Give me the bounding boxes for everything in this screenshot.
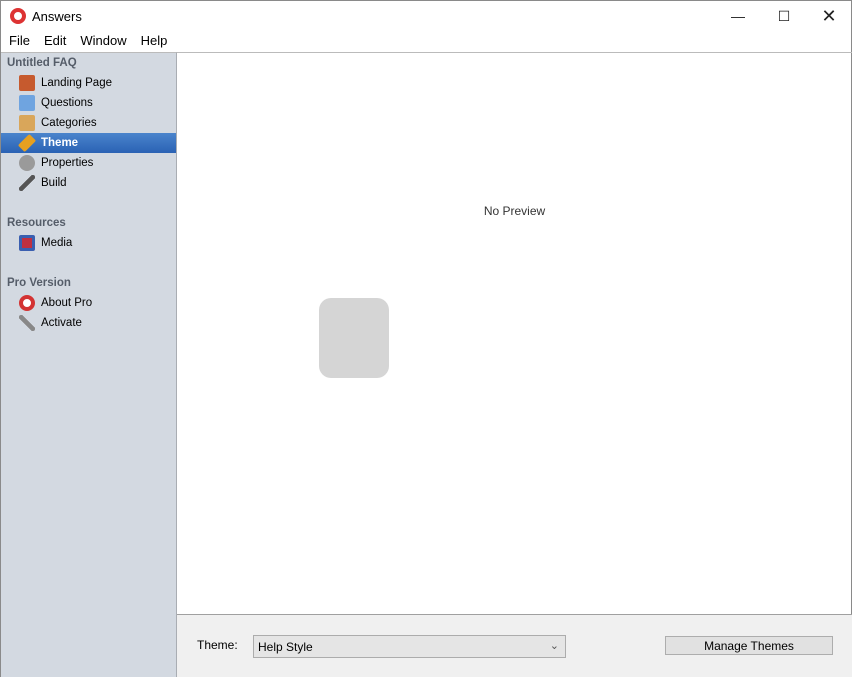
theme-select-value: Help Style xyxy=(258,640,313,654)
sidebar-item-landing-page[interactable]: Landing Page xyxy=(1,73,176,93)
group-resources: Resources xyxy=(7,217,66,229)
sidebar-item-label: Build xyxy=(41,177,67,189)
theme-label: Theme: xyxy=(197,638,238,652)
pencil-icon xyxy=(17,133,37,153)
theme-toolbar: Theme: Help Style ⌄ Manage Themes xyxy=(177,614,852,677)
sidebar-item-label: Activate xyxy=(41,317,82,329)
group-untitled-faq: Untitled FAQ xyxy=(7,57,77,69)
no-preview-text: No Preview xyxy=(483,204,546,218)
sidebar-item-label: About Pro xyxy=(41,297,93,309)
sidebar-item-label: Questions xyxy=(41,97,93,109)
sidebar: Untitled FAQ Landing Page Questions Cate… xyxy=(1,52,177,677)
hammer-icon xyxy=(19,175,35,191)
house-icon xyxy=(19,75,35,91)
key-icon xyxy=(19,315,35,331)
sidebar-item-properties[interactable]: Properties xyxy=(1,153,176,173)
close-button[interactable]: ✕ xyxy=(806,1,852,31)
menu-file[interactable]: File xyxy=(1,31,30,52)
gear-icon xyxy=(19,155,35,171)
lifebuoy-icon xyxy=(10,8,26,24)
app-window: Answers — ☐ ✕ File Edit Window Help Unti… xyxy=(0,0,852,677)
sidebar-item-categories[interactable]: Categories xyxy=(1,113,176,133)
sidebar-item-label: Categories xyxy=(41,117,97,129)
sidebar-item-activate[interactable]: Activate xyxy=(1,313,176,333)
sidebar-item-about-pro[interactable]: About Pro xyxy=(1,293,176,313)
minimize-button[interactable]: — xyxy=(715,1,761,31)
sidebar-item-questions[interactable]: Questions xyxy=(1,93,176,113)
menu-bar: File Edit Window Help xyxy=(1,31,167,52)
lifebuoy-icon xyxy=(19,295,35,311)
title-bar: Answers — ☐ ✕ xyxy=(1,1,851,31)
manage-themes-button[interactable]: Manage Themes xyxy=(665,636,833,655)
shield-bag-icon xyxy=(319,298,389,378)
sidebar-item-theme[interactable]: Theme xyxy=(1,133,176,153)
sidebar-item-label: Media xyxy=(41,237,73,249)
sidebar-item-media[interactable]: Media xyxy=(1,233,176,253)
sidebar-item-label: Landing Page xyxy=(41,77,112,89)
menu-window[interactable]: Window xyxy=(72,31,126,52)
sidebar-item-label: Theme xyxy=(41,137,79,149)
group-pro-version: Pro Version xyxy=(7,277,71,289)
preview-pane: No Preview xyxy=(177,52,852,614)
sidebar-item-label: Properties xyxy=(41,157,94,169)
menu-help[interactable]: Help xyxy=(133,31,168,52)
media-icon xyxy=(19,235,35,251)
window-title: Answers xyxy=(32,8,82,24)
speech-bubble-icon xyxy=(19,95,35,111)
menu-edit[interactable]: Edit xyxy=(36,31,66,52)
chevron-down-icon: ⌄ xyxy=(549,640,559,652)
watermark-logo xyxy=(319,298,389,378)
sidebar-item-build[interactable]: Build xyxy=(1,173,176,193)
box-icon xyxy=(19,115,35,131)
maximize-button[interactable]: ☐ xyxy=(761,1,807,31)
theme-select[interactable]: Help Style ⌄ xyxy=(253,635,566,658)
